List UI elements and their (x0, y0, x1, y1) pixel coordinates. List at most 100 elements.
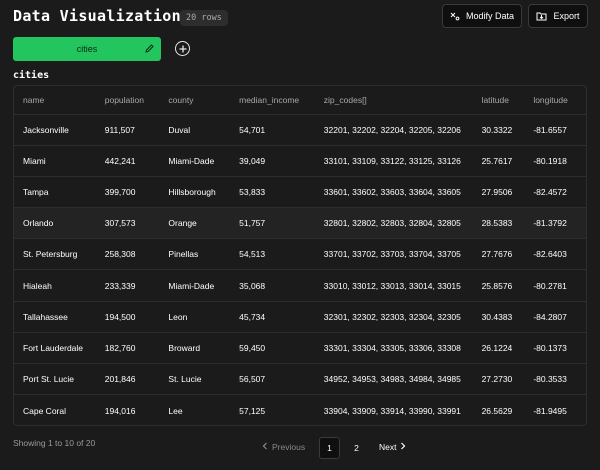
table-title: cities (13, 70, 50, 81)
table-cell: 28.5383 (472, 207, 525, 240)
column-header-county[interactable]: county (159, 86, 231, 115)
previous-page-button[interactable]: Previous (262, 442, 312, 452)
column-header-latitude[interactable]: latitude (472, 86, 525, 115)
table-cell: Lee (168, 405, 183, 416)
table-cell: 25.8576 (472, 269, 525, 302)
column-header-longitude[interactable]: longitude (524, 86, 586, 115)
table-cell: -80.3533 (524, 363, 586, 396)
table-cell: -82.6403 (524, 238, 586, 271)
table-row[interactable]: Jacksonville 911,507 Duval 54,701 32201,… (14, 114, 586, 146)
table-row[interactable]: Orlando 307,573 Orange 51,757 32801, 328… (14, 207, 586, 240)
modify-data-label: Modify Data (465, 11, 515, 21)
table-cell: 258,308 (95, 238, 160, 271)
table-row[interactable]: Hialeah 233,339 Miami-Dade 35,068 33010,… (14, 269, 586, 302)
next-page-button[interactable]: Next (379, 442, 419, 452)
table-cell: 32801, 32802, 32803, 32804, 32805 (314, 207, 473, 240)
table-cell: 27.9506 (472, 176, 525, 209)
previous-label: Previous (272, 442, 306, 452)
export-button[interactable]: Export (528, 4, 588, 28)
table-cell: 56,507 (230, 363, 315, 396)
export-label: Export (553, 11, 580, 21)
table-cell: Port St. Lucie (14, 363, 96, 396)
next-label: Next (379, 442, 397, 452)
table-row[interactable]: St. Petersburg 258,308 Pinellas 54,513 3… (14, 238, 586, 271)
table-row[interactable]: Miami 442,241 Miami-Dade 39,049 33101, 3… (14, 145, 586, 177)
table-row[interactable]: Tampa 399,700 Hillsborough 53,833 33601,… (14, 176, 586, 209)
table-cell: 33701, 33702, 33703, 33704, 33705 (314, 238, 473, 271)
table-row[interactable]: Cape Coral 194,016 Lee 57,125 33904, 339… (14, 395, 586, 425)
table-cell: 34952, 34953, 34983, 34984, 34985 (314, 363, 473, 396)
data-table: name population county median_income zip… (13, 85, 587, 426)
table-cell: Cape Coral (23, 405, 66, 416)
table-cell: -84.2807 (524, 301, 586, 333)
pagination-info: Showing 1 to 10 of 20 (13, 438, 96, 448)
edit-pencil-icon[interactable] (144, 43, 155, 56)
table-cell: 33010, 33012, 33013, 33014, 33015 (314, 269, 473, 302)
table-cell: -80.1373 (524, 332, 586, 365)
table-cell: Miami (14, 145, 96, 177)
table-cell: -82.4572 (524, 176, 586, 209)
table-cell: -80.1918 (524, 145, 586, 177)
table-cell: 26.1224 (472, 332, 525, 365)
table-cell: 51,757 (230, 207, 315, 240)
table-row[interactable]: Fort Lauderdale 182,760 Broward 59,450 3… (14, 332, 586, 365)
tab-cities[interactable]: cities (13, 37, 161, 61)
table-cell: 201,846 (95, 363, 160, 396)
rows-count-badge: 20 rows (180, 10, 228, 26)
table-cell: St. Petersburg (14, 238, 96, 271)
table-cell: 25.7617 (472, 145, 525, 177)
table-cell: 26.5629 (481, 405, 513, 416)
table-cell: -81.9495 (533, 405, 567, 416)
table-row[interactable]: Tallahassee 194,500 Leon 45,734 32301, 3… (14, 301, 586, 333)
table-cell: 399,700 (95, 176, 160, 209)
header: Data Visualization 20 rows Modify Data E… (13, 4, 588, 30)
chevron-right-icon (400, 442, 406, 452)
page-1-button[interactable]: 1 (319, 437, 340, 459)
table-cell: 442,241 (95, 145, 160, 177)
column-header-zip-codes[interactable]: zip_codes[] (314, 86, 473, 115)
table-cell: 307,573 (95, 207, 160, 240)
export-icon (536, 11, 547, 21)
table-cell: Jacksonville (14, 114, 96, 146)
table-cell: 27.2730 (472, 363, 525, 396)
table-cell: 33101, 33109, 33122, 33125, 33126 (314, 145, 473, 177)
table-cell: -81.6557 (524, 114, 586, 146)
table-cell: Hialeah (14, 269, 96, 302)
plus-circle-icon[interactable] (175, 41, 190, 56)
table-header-row: name population county median_income zip… (14, 86, 586, 115)
page-2-button[interactable]: 2 (346, 437, 367, 459)
table-cell: 32201, 32202, 32204, 32205, 32206 (314, 114, 473, 146)
column-header-name[interactable]: name (14, 86, 96, 115)
table-cell: 911,507 (95, 114, 160, 146)
tab-label: cities (76, 44, 98, 54)
table-cell: Tampa (14, 176, 96, 209)
table-cell: 32301, 32302, 32303, 32304, 32305 (314, 301, 473, 333)
modify-data-button[interactable]: Modify Data (442, 4, 522, 28)
table-cell: Orange (159, 207, 231, 240)
table-cell: -81.3792 (524, 207, 586, 240)
table-cell: 27.7676 (472, 238, 525, 271)
table-cell: 194,500 (95, 301, 160, 333)
column-header-population[interactable]: population (95, 86, 160, 115)
column-header-median-income[interactable]: median_income (230, 86, 315, 115)
table-cell: Miami-Dade (159, 269, 231, 302)
table-cell: 35,068 (230, 269, 315, 302)
table-cell: 30.4383 (472, 301, 525, 333)
modify-data-icon (450, 11, 460, 21)
table-row[interactable]: Port St. Lucie 201,846 St. Lucie 56,507 … (14, 363, 586, 396)
table-cell: 30.3322 (472, 114, 525, 146)
table-cell: St. Lucie (159, 363, 231, 396)
table-cell: 33601, 33602, 33603, 33604, 33605 (314, 176, 473, 209)
table-cell: 53,833 (230, 176, 315, 209)
table-cell: Orlando (14, 207, 96, 240)
table-cell: 45,734 (230, 301, 315, 333)
table-cell: -80.2781 (524, 269, 586, 302)
table-cell: Fort Lauderdale (14, 332, 96, 365)
table-cell: Leon (159, 301, 231, 333)
table-cell: 57,125 (239, 405, 266, 416)
table-cell: 54,513 (230, 238, 315, 271)
table-cell: 39,049 (230, 145, 315, 177)
table-cell: 33301, 33304, 33305, 33306, 33308 (314, 332, 473, 365)
table-cell: Duval (159, 114, 231, 146)
table-cell: Broward (159, 332, 231, 365)
